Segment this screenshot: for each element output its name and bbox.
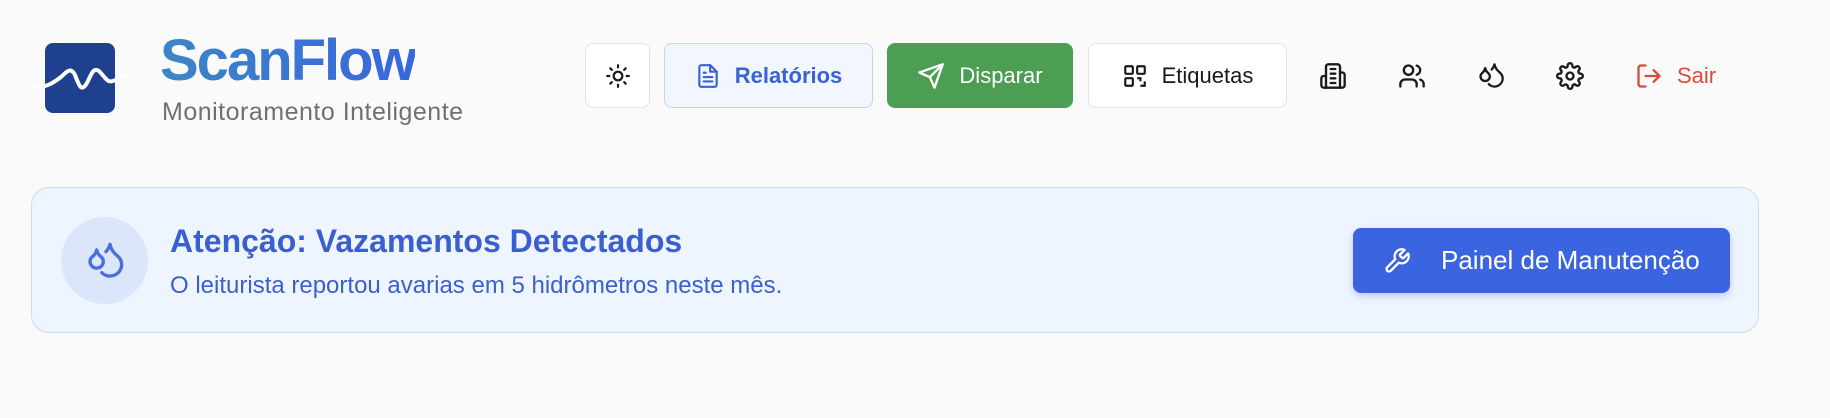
droplets-icon xyxy=(1479,63,1504,88)
labels-button[interactable]: Etiquetas xyxy=(1088,43,1287,108)
alert-icon-badge xyxy=(61,217,148,304)
buildings-button[interactable] xyxy=(1309,52,1357,100)
app-logo xyxy=(35,43,127,113)
brand-subtitle: Monitoramento Inteligente xyxy=(162,98,464,126)
reports-button[interactable]: Relatórios xyxy=(664,43,873,108)
leak-alert-banner: Atenção: Vazamentos Detectados O leituri… xyxy=(31,187,1759,333)
logout-label: Sair xyxy=(1677,63,1717,88)
alert-message: O leiturista reportou avarias em 5 hidrô… xyxy=(170,272,783,299)
settings-button[interactable] xyxy=(1546,52,1594,100)
alert-title: Atenção: Vazamentos Detectados xyxy=(170,223,683,259)
document-icon xyxy=(697,63,718,88)
users-button[interactable] xyxy=(1388,52,1436,100)
sun-icon xyxy=(605,63,630,88)
logout-button[interactable]: Sair xyxy=(1635,52,1755,100)
gear-icon xyxy=(1556,62,1584,90)
app-header: ScanFlow Monitoramento Inteligente Relat… xyxy=(0,0,1830,150)
maintenance-panel-label: Painel de Manutenção xyxy=(1441,245,1700,275)
qr-code-icon xyxy=(1123,64,1146,87)
wave-logo-icon xyxy=(35,68,127,90)
maintenance-panel-button[interactable]: Painel de Manutenção xyxy=(1353,228,1730,293)
leaks-button[interactable] xyxy=(1467,52,1515,100)
send-icon xyxy=(918,62,945,89)
users-icon xyxy=(1399,64,1425,88)
brand-title: ScanFlow xyxy=(160,26,417,96)
logout-icon xyxy=(1637,64,1661,88)
reports-label: Relatórios xyxy=(734,62,843,88)
labels-label: Etiquetas xyxy=(1161,62,1254,88)
building-icon xyxy=(1320,63,1346,89)
theme-toggle-button[interactable] xyxy=(585,43,650,108)
send-button[interactable]: Disparar xyxy=(887,43,1073,108)
droplets-icon xyxy=(87,242,123,278)
send-label: Disparar xyxy=(959,62,1043,88)
wrench-icon xyxy=(1385,247,1410,273)
